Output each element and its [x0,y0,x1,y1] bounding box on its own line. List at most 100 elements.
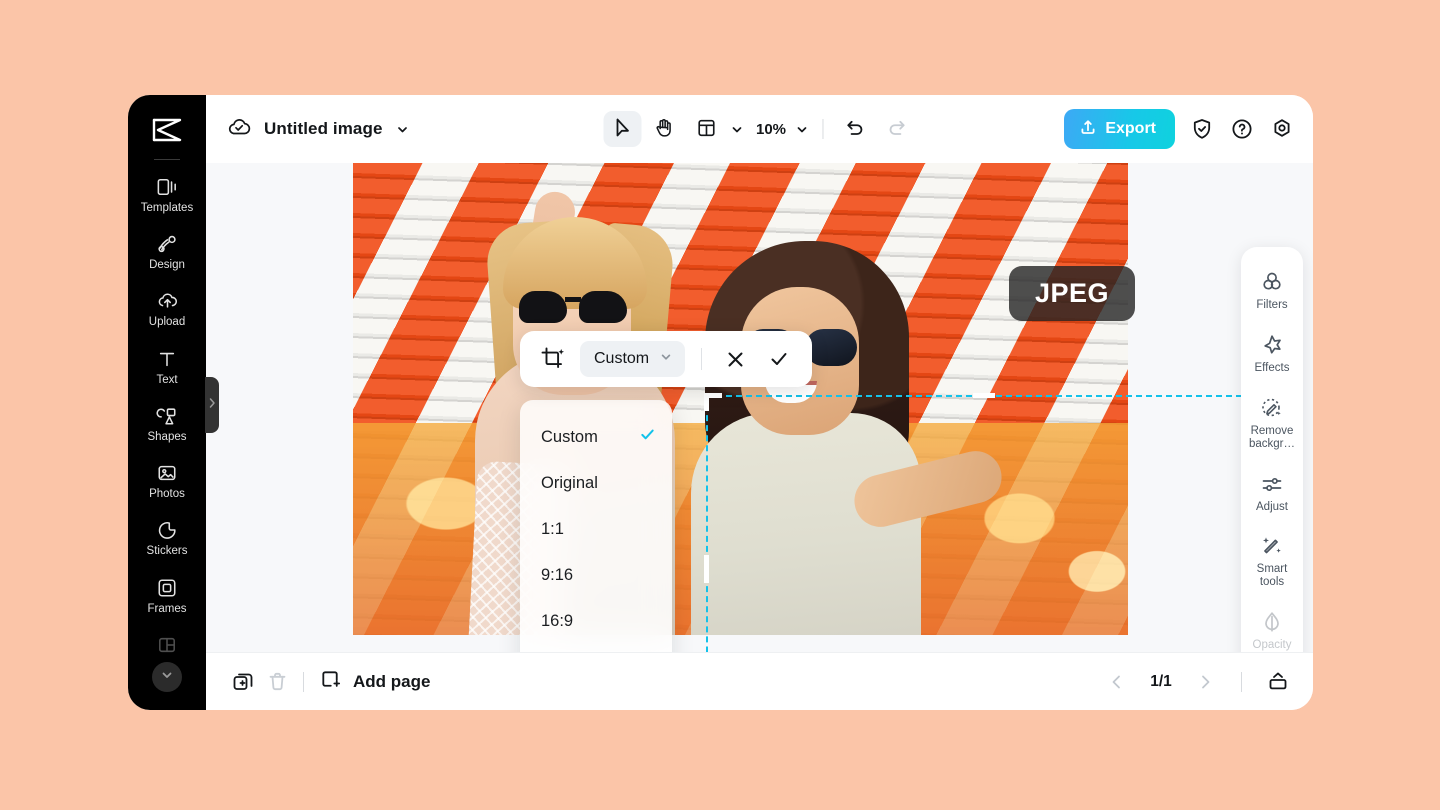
ratio-option-label: Custom [541,428,598,447]
ratio-option-original[interactable]: Original [520,460,672,506]
artboard[interactable] [353,163,1128,635]
sidebar-item-photos[interactable]: Photos [128,452,206,509]
add-page-button[interactable]: Add page [319,668,430,696]
panel-item-opacity[interactable]: Opacity [1241,599,1303,652]
crop-ratio-dropdown[interactable]: Custom Original 1:1 9:16 [520,400,672,652]
layout-grid-icon [696,118,716,141]
left-sidebar: Templates Design Upload [128,95,206,710]
hand-icon [653,117,674,141]
panel-item-smart-tools[interactable]: Smart tools [1241,523,1303,599]
ratio-option-16-9[interactable]: 16:9 [520,598,672,644]
sidebar-expand-handle[interactable] [205,377,219,433]
sidebar-item-frames[interactable]: Frames [128,567,206,624]
panel-item-label: Filters [1243,299,1301,312]
redo-button[interactable] [878,111,916,147]
hand-tool-button[interactable] [645,111,683,147]
sidebar-item-label: Text [128,374,206,387]
sidebar-item-design[interactable]: Design [128,223,206,280]
sticker-icon [128,519,206,541]
question-circle-icon[interactable] [1229,116,1255,142]
templates-icon [128,176,206,198]
select-tool-button[interactable] [603,111,641,147]
sidebar-item-label: Design [128,259,206,272]
ratio-option-9-16[interactable]: 9:16 [520,552,672,598]
crop-cancel-button[interactable] [718,342,752,376]
upload-cloud-icon [128,290,206,312]
page-navigation: 1/1 [1100,665,1295,699]
undo-button[interactable] [836,111,874,147]
sidebar-item-label: Shapes [128,431,206,444]
ratio-option-label: 9:16 [541,566,573,585]
crop-toolbar-divider [701,348,702,370]
sidebar-more-button[interactable] [152,662,182,692]
chevron-left-icon[interactable] [1100,665,1134,699]
crop-confirm-button[interactable] [762,342,796,376]
chevron-down-icon[interactable] [395,122,410,137]
effects-star-icon [1243,333,1301,357]
ratio-option-label: 1:1 [541,520,564,539]
settings-gear-icon[interactable] [1269,116,1295,142]
chevron-down-icon [160,668,174,687]
frames-icon [128,577,206,599]
document-title-group[interactable]: Untitled image [226,116,410,143]
chevron-right-icon[interactable] [1188,665,1222,699]
opacity-drop-icon [1243,610,1301,634]
trash-bin-icon[interactable] [260,665,294,699]
sidebar-divider [154,159,180,160]
sidebar-item-templates[interactable]: Templates [128,166,206,223]
zoom-level-value: 10% [748,121,790,138]
person-one-sunglasses [519,291,627,325]
adjust-sliders-icon [1243,472,1301,496]
layout-tool-button[interactable] [687,111,725,147]
redo-arrow-icon [887,118,908,141]
undo-arrow-icon [845,118,866,141]
crop-magic-icon[interactable] [536,342,570,376]
crop-ratio-select[interactable]: Custom [580,341,685,377]
bottom-toolbar: Add page 1/1 [206,652,1313,710]
sidebar-item-stickers[interactable]: Stickers [128,509,206,566]
present-screen-icon[interactable] [1261,665,1295,699]
capcut-logo[interactable] [148,113,186,147]
right-tool-panel: Filters Effects [1241,247,1303,652]
duplicate-page-icon[interactable] [226,665,260,699]
canvas-tool-group: 10% [603,111,916,147]
ratio-option-1-1[interactable]: 1:1 [520,506,672,552]
layout-chevron-down-icon[interactable] [729,122,744,137]
panel-item-adjust[interactable]: Adjust [1241,461,1303,524]
panel-item-label: Opacity [1243,639,1301,652]
sidebar-item-shapes[interactable]: Shapes [128,395,206,452]
top-toolbar: Untitled image [206,95,1313,163]
cursor-arrow-icon [612,117,632,141]
panel-item-label: Effects [1243,362,1301,375]
app-window: Templates Design Upload [128,95,1313,710]
export-button[interactable]: Export [1064,109,1175,149]
photos-image-icon [128,462,206,484]
zoom-chevron-down-icon[interactable] [794,122,809,137]
sidebar-item-upload[interactable]: Upload [128,280,206,337]
shield-check-icon[interactable] [1189,116,1215,142]
top-right-actions: Export [1064,109,1295,149]
ratio-option-4-3[interactable]: 4:3 [520,644,672,652]
ratio-option-label: 16:9 [541,612,573,631]
text-t-icon [128,348,206,370]
grid-panel-icon [128,634,206,656]
export-button-label: Export [1105,120,1156,138]
bottom-toolbar-divider [303,672,304,692]
ratio-option-label: Original [541,474,598,493]
canvas-area[interactable]: JPEG Custom [206,163,1313,652]
chevron-right-icon [208,396,216,414]
page-title: Untitled image [264,119,383,139]
bottom-right-divider [1241,672,1242,692]
panel-item-label: Adjust [1243,501,1301,514]
panel-item-remove-background[interactable]: Remove backgr… [1241,385,1303,461]
panel-item-effects[interactable]: Effects [1241,322,1303,385]
main-column: Untitled image [206,95,1313,710]
ratio-option-custom[interactable]: Custom [520,414,672,460]
sidebar-item-label: Upload [128,316,206,329]
panel-item-filters[interactable]: Filters [1241,259,1303,322]
panel-item-label: Remove backgr… [1243,425,1301,451]
page-indicator: 1/1 [1144,673,1178,691]
filters-circles-icon [1243,270,1301,294]
sidebar-item-text[interactable]: Text [128,338,206,395]
check-icon [639,426,656,448]
